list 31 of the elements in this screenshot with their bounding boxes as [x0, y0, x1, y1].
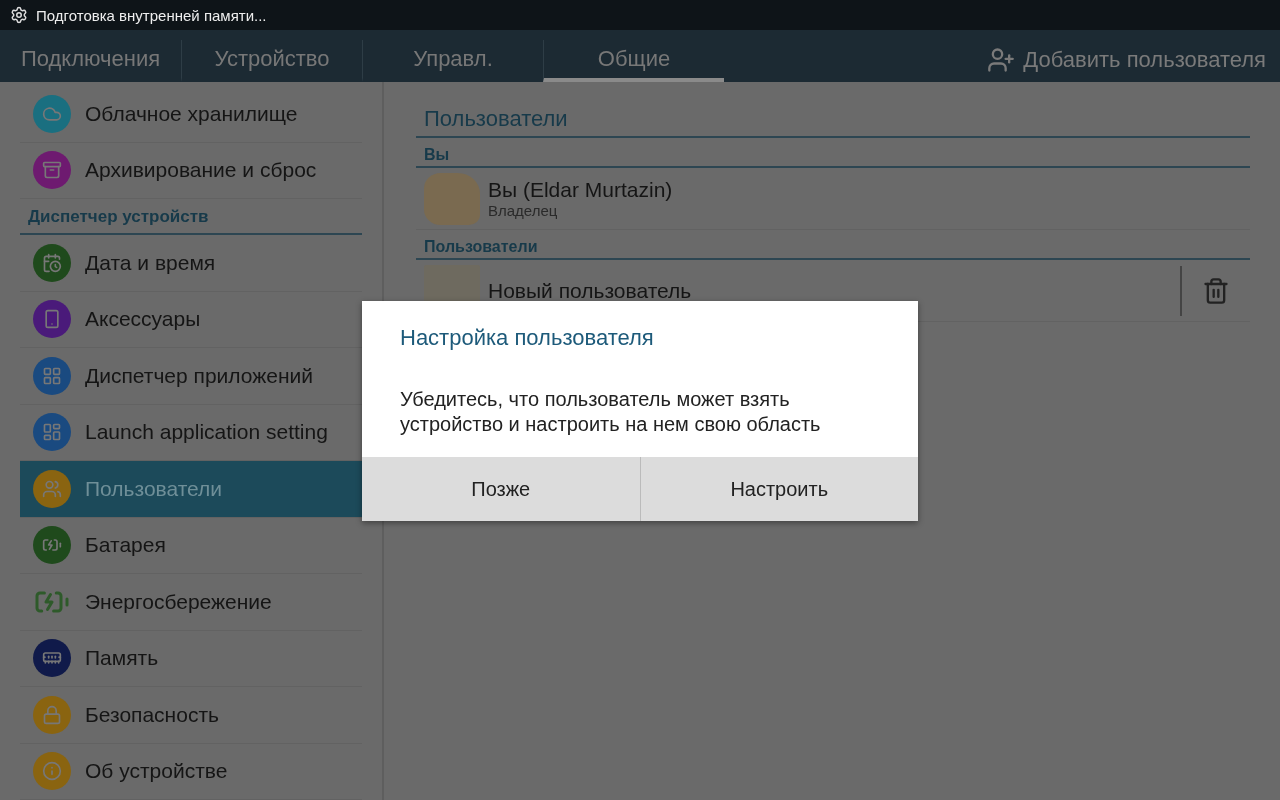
tab[interactable]: Подключения [0, 40, 181, 82]
add-user-button[interactable]: Добавить пользователя [987, 30, 1280, 82]
section-header: Вы [416, 138, 1250, 168]
tab[interactable]: Управл. [362, 40, 543, 82]
user-name: Новый пользователь [488, 278, 693, 303]
sidebar-item[interactable]: Пользователи [20, 461, 362, 518]
sidebar-item[interactable]: Батарея [20, 517, 362, 574]
trash-icon [1202, 276, 1230, 305]
sidebar-item[interactable]: Облачное хранилище [20, 86, 362, 143]
sidebar-item[interactable]: Безопасность [20, 687, 362, 744]
settings-icon [10, 6, 28, 24]
sidebar-item[interactable]: Аксессуары [20, 291, 362, 348]
notification-text: Подготовка внутренней памяти... [36, 6, 267, 24]
sidebar-item[interactable]: Архивирование и сброс [20, 142, 362, 199]
sidebar-item[interactable]: Память [20, 630, 362, 687]
dialog-message: Убедитесь, что пользователь может взять устройство и настроить на нем свою область [399, 387, 822, 437]
page-title: Пользователи [416, 106, 1250, 138]
user-role: Владелец [488, 202, 559, 219]
add-user-icon [987, 46, 1016, 74]
section-header: Диспетчер устройств [20, 199, 362, 235]
user-name: Вы (Eldar Murtazin) [488, 178, 674, 202]
section-header: Пользователи [416, 230, 1250, 260]
tab[interactable]: Устройство [181, 40, 362, 82]
sidebar-item[interactable]: Диспетчер приложений [20, 348, 362, 405]
sidebar-item[interactable]: Энергосбережение [20, 574, 362, 631]
sidebar-item[interactable]: Дата и время [20, 235, 362, 292]
user-row[interactable]: Вы (Eldar Murtazin) Владелец [416, 168, 1250, 230]
sidebar-item[interactable]: Об устройстве [20, 743, 362, 800]
dialog-title: Настройка пользователя [399, 324, 655, 351]
avatar-picture [424, 172, 480, 225]
tab[interactable]: Общие [543, 40, 724, 82]
